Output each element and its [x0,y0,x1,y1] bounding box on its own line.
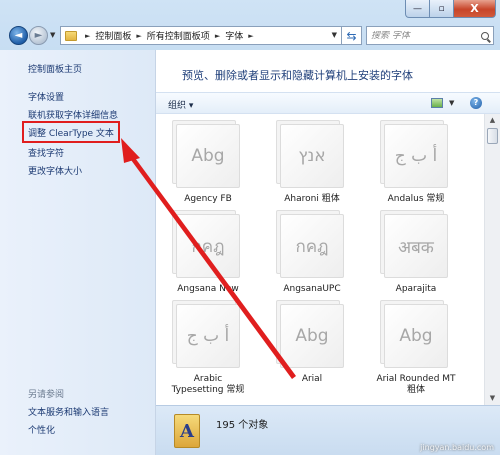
search-input[interactable] [371,30,471,41]
watermark-text: jingyan.baidu.com [420,443,494,452]
scroll-up-icon[interactable]: ▲ [486,114,499,127]
link-font-settings[interactable]: 字体设置 [28,90,64,103]
font-name: Andalus 常规 [387,194,445,204]
link-personalization[interactable]: 个性化 [28,423,55,436]
font-file-icon: अबक [384,214,448,278]
breadcrumb-control-panel[interactable]: 控制面板 [95,29,131,42]
highlight-box [22,121,120,143]
breadcrumb-all-items[interactable]: 所有控制面板项 [147,29,210,42]
link-find-character[interactable]: 查找字符 [28,146,64,159]
font-name: Arial [301,374,323,384]
search-box[interactable] [366,26,494,45]
page-title: 预览、删除或者显示和隐藏计算机上安装的字体 [182,69,413,82]
change-view-icon[interactable] [431,98,443,108]
breadcrumb-fonts[interactable]: 字体 [225,29,243,42]
close-button[interactable]: X [454,0,496,18]
chevron-right-icon[interactable]: ► [215,32,220,40]
vertical-scrollbar[interactable]: ▲ ▼ [484,114,500,405]
font-grid: Abg Agency FB אנץ Aharoni 粗体 أ ب ج Andal… [156,114,484,405]
search-icon[interactable] [481,31,489,40]
explorer-window: — ▫ X ◄ ► ▼ ► 控制面板 ► 所有控制面板项 ► 字体 ► ▼ ⇆ … [0,0,500,455]
organize-menu[interactable]: 组织 ▾ [168,98,193,111]
font-file-icon: Abg [176,124,240,188]
address-bar[interactable]: ► 控制面板 ► 所有控制面板项 ► 字体 ► ▼ [60,26,342,45]
scroll-thumb[interactable] [487,128,498,144]
back-button[interactable]: ◄ [9,26,28,45]
font-file-icon: אנץ [280,124,344,188]
link-get-font-info-online[interactable]: 联机获取字体详细信息 [28,108,118,121]
refresh-button[interactable]: ⇆ [342,26,362,45]
font-name: Arial Rounded MT 粗体 [376,374,456,395]
font-file-icon: أ ب ج [384,124,448,188]
chevron-right-icon[interactable]: ► [85,32,90,40]
forward-arrow-icon: ► [34,30,43,41]
help-icon[interactable]: ? [470,97,482,109]
task-pane: 控制面板主页 字体设置 联机获取字体详细信息 调整 ClearType 文本 查… [0,50,156,455]
refresh-icon: ⇆ [346,28,357,43]
forward-button[interactable]: ► [29,26,48,45]
font-file-icon: กคฎ [176,214,240,278]
font-name: AngsanaUPC [283,284,341,294]
link-text-services[interactable]: 文本服务和输入语言 [28,405,109,418]
font-name: Angsana New [177,284,239,294]
link-change-font-size[interactable]: 更改字体大小 [28,164,82,177]
back-arrow-icon: ◄ [14,30,23,41]
chevron-right-icon[interactable]: ► [248,32,253,40]
window-controls: — ▫ X [405,0,496,18]
font-file-icon: Abg [384,304,448,368]
font-name: Aharoni 粗体 [284,194,340,204]
font-name: Arabic Typesetting 常规 [171,374,245,395]
item-count: 195 个对象 [216,420,269,431]
font-file-icon: กคฎ [280,214,344,278]
content-pane: 预览、删除或者显示和隐藏计算机上安装的字体 组织 ▾ ▼ ? Abg Agenc… [156,50,500,405]
scroll-down-icon[interactable]: ▼ [486,392,499,405]
view-options-dropdown-icon[interactable]: ▼ [449,99,454,107]
address-dropdown-icon[interactable]: ▼ [332,31,337,39]
recent-pages-dropdown-icon[interactable]: ▼ [50,31,55,39]
font-name: Aparajita [395,284,437,294]
font-file-icon: أ ب ج [176,304,240,368]
command-bar: 组织 ▾ ▼ ? [156,92,500,114]
maximize-button[interactable]: ▫ [430,0,454,18]
see-also-heading: 另请参阅 [28,390,65,400]
minimize-button[interactable]: — [405,0,430,18]
folder-icon [65,30,77,41]
font-name: Agency FB [184,194,232,204]
font-file-icon: Abg [280,304,344,368]
fonts-folder-icon: A [174,414,200,448]
chevron-right-icon[interactable]: ► [136,32,141,40]
link-control-panel-home[interactable]: 控制面板主页 [28,62,82,75]
